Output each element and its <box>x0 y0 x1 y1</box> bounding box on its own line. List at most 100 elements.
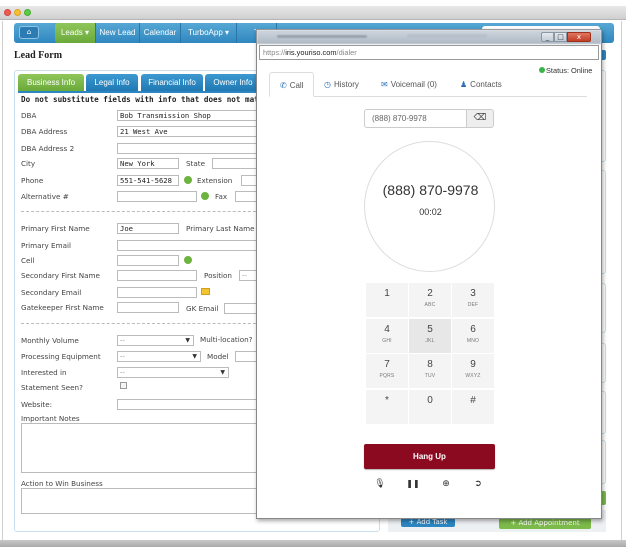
popup-minimize-button[interactable]: _ <box>541 32 554 42</box>
hold-button[interactable]: ❚❚ <box>406 477 420 491</box>
statement-seen-label: Statement Seen? <box>21 383 83 392</box>
window-bottom-bar <box>0 540 626 547</box>
home-button[interactable]: ⌂ <box>19 26 39 39</box>
key-letters: JKL <box>425 337 435 344</box>
keypad-key[interactable]: 4 GHI <box>366 318 408 353</box>
dial-number-input[interactable]: (888) 870-9978 <box>364 109 466 128</box>
backspace-icon: ⌫ <box>473 113 487 123</box>
nav-leads[interactable]: Leads ▾ <box>55 23 96 43</box>
statement-seen-checkbox[interactable] <box>120 382 127 389</box>
keypad-key[interactable]: 3 DEF <box>452 283 494 317</box>
key-letters: GHI <box>382 337 392 344</box>
alternative-input[interactable] <box>117 191 197 202</box>
processing-equipment-value: -- <box>120 352 125 360</box>
nav-new-lead[interactable]: New Lead <box>96 23 140 43</box>
add-call-icon: ⊕ <box>442 479 450 489</box>
mute-button[interactable]: 🎙︎ <box>373 477 387 491</box>
keypad-key[interactable]: 7 PQRS <box>366 354 408 388</box>
send-email-icon[interactable] <box>201 288 210 295</box>
active-call-number: (888) 870-9978 <box>382 182 479 198</box>
tab-contacts[interactable]: ♟ Contacts <box>460 72 502 97</box>
backspace-button[interactable]: ⌫ <box>466 109 494 128</box>
keypad-key[interactable]: 8 TUV <box>409 354 451 388</box>
key-digit: 0 <box>427 394 433 406</box>
tab-call-label: Call <box>289 81 304 90</box>
add-call-button[interactable]: ⊕ <box>439 477 453 491</box>
state-label: State <box>186 159 206 168</box>
secondary-first-name-input[interactable] <box>117 270 197 281</box>
url-prefix: https:// <box>263 48 286 57</box>
dba-address2-input[interactable] <box>117 143 267 154</box>
phone-input[interactable]: 551-541-5628 <box>117 175 179 186</box>
key-digit: 3 <box>470 288 476 299</box>
call-phone-icon[interactable] <box>184 176 192 184</box>
blurred-title <box>277 35 367 38</box>
tab-legal-info[interactable]: Legal Info <box>86 74 138 91</box>
nav-calendar[interactable]: Calendar <box>140 23 181 43</box>
cell-input[interactable] <box>117 255 179 266</box>
key-letters: ABC <box>424 302 436 308</box>
dba-address-input[interactable]: 21 West Ave <box>117 126 267 137</box>
city-label: City <box>21 159 36 168</box>
keypad-key[interactable]: 0 <box>409 389 451 424</box>
keypad-key[interactable]: * <box>366 389 408 424</box>
keypad-key[interactable]: 1 <box>366 283 408 317</box>
call-alternative-icon[interactable] <box>201 192 209 200</box>
tab-owner-info[interactable]: Owner Info <box>205 74 261 91</box>
add-task-button[interactable]: + Add Task <box>401 518 455 527</box>
position-value: -- <box>242 271 247 279</box>
city-input[interactable]: New York <box>117 158 179 169</box>
action-to-win-textarea[interactable] <box>21 488 267 514</box>
keypad-key[interactable]: 9 WXYZ <box>452 354 494 388</box>
secondary-email-input[interactable] <box>117 287 197 298</box>
primary-last-name-label: Primary Last Name <box>186 224 255 233</box>
monthly-volume-value: -- <box>120 336 125 344</box>
hang-up-button[interactable]: Hang Up <box>364 444 495 469</box>
key-digit: 2 <box>427 288 433 299</box>
zoom-window-button[interactable] <box>24 9 31 16</box>
tab-business-info[interactable]: Business Info <box>18 74 84 91</box>
keypad-key[interactable]: 2 ABC <box>409 283 451 317</box>
popup-maximize-button[interactable]: □ <box>554 32 567 42</box>
keypad-key[interactable]: 6 MNO <box>452 318 494 353</box>
keypad-key[interactable]: # <box>452 389 494 424</box>
primary-email-input[interactable] <box>117 240 267 251</box>
call-cell-icon[interactable] <box>184 256 192 264</box>
phone-icon: ✆ <box>280 81 287 90</box>
interested-in-select[interactable]: -- ▼ <box>117 367 229 378</box>
close-window-button[interactable] <box>4 9 11 16</box>
tab-history[interactable]: ◷ History <box>324 72 359 97</box>
add-appointment-button[interactable]: + Add Appointment <box>499 518 591 529</box>
popup-close-button[interactable]: x <box>567 32 591 42</box>
dialer-popup-window: _ □ x https://iris.youriso.com/dialer St… <box>256 29 602 519</box>
section-divider <box>21 323 271 324</box>
key-digit: # <box>470 394 476 406</box>
microphone-icon: 🎙︎ <box>374 479 386 489</box>
monthly-volume-select[interactable]: -- ▼ <box>117 335 194 346</box>
minimize-window-button[interactable] <box>14 9 21 16</box>
multi-location-label: Multi-location? <box>200 335 253 344</box>
dba-input[interactable]: Bob Transmission Shop <box>117 110 267 121</box>
dropdown-arrow-icon: ▼ <box>220 369 225 376</box>
transfer-button[interactable]: ➲ <box>471 477 485 491</box>
tab-financial-info[interactable]: Financial Info <box>141 74 203 91</box>
tab-voicemail[interactable]: ✉ Voicemail (0) <box>381 72 437 97</box>
primary-first-name-input[interactable]: Joe <box>117 223 179 234</box>
secondary-first-name-label: Secondary First Name <box>21 271 100 280</box>
tab-call[interactable]: ✆ Call <box>269 72 315 97</box>
primary-email-label: Primary Email <box>21 241 71 250</box>
processing-equipment-select[interactable]: -- ▼ <box>117 351 201 362</box>
key-digit: 9 <box>470 359 476 370</box>
position-label: Position <box>204 271 232 280</box>
transfer-icon: ➲ <box>474 479 482 489</box>
cell-label: Cell <box>21 256 35 265</box>
key-letters: WXYZ <box>465 373 481 379</box>
nav-turboapp[interactable]: TurboApp ▾ <box>181 23 237 43</box>
popup-url-bar[interactable]: https://iris.youriso.com/dialer <box>259 45 599 60</box>
key-digit: 7 <box>384 359 390 370</box>
gatekeeper-first-name-input[interactable] <box>117 302 179 313</box>
important-notes-textarea[interactable] <box>21 423 267 473</box>
alternative-label: Alternative # <box>21 192 69 201</box>
keypad-key[interactable]: 5 JKL <box>409 318 451 353</box>
website-input[interactable] <box>117 399 267 410</box>
